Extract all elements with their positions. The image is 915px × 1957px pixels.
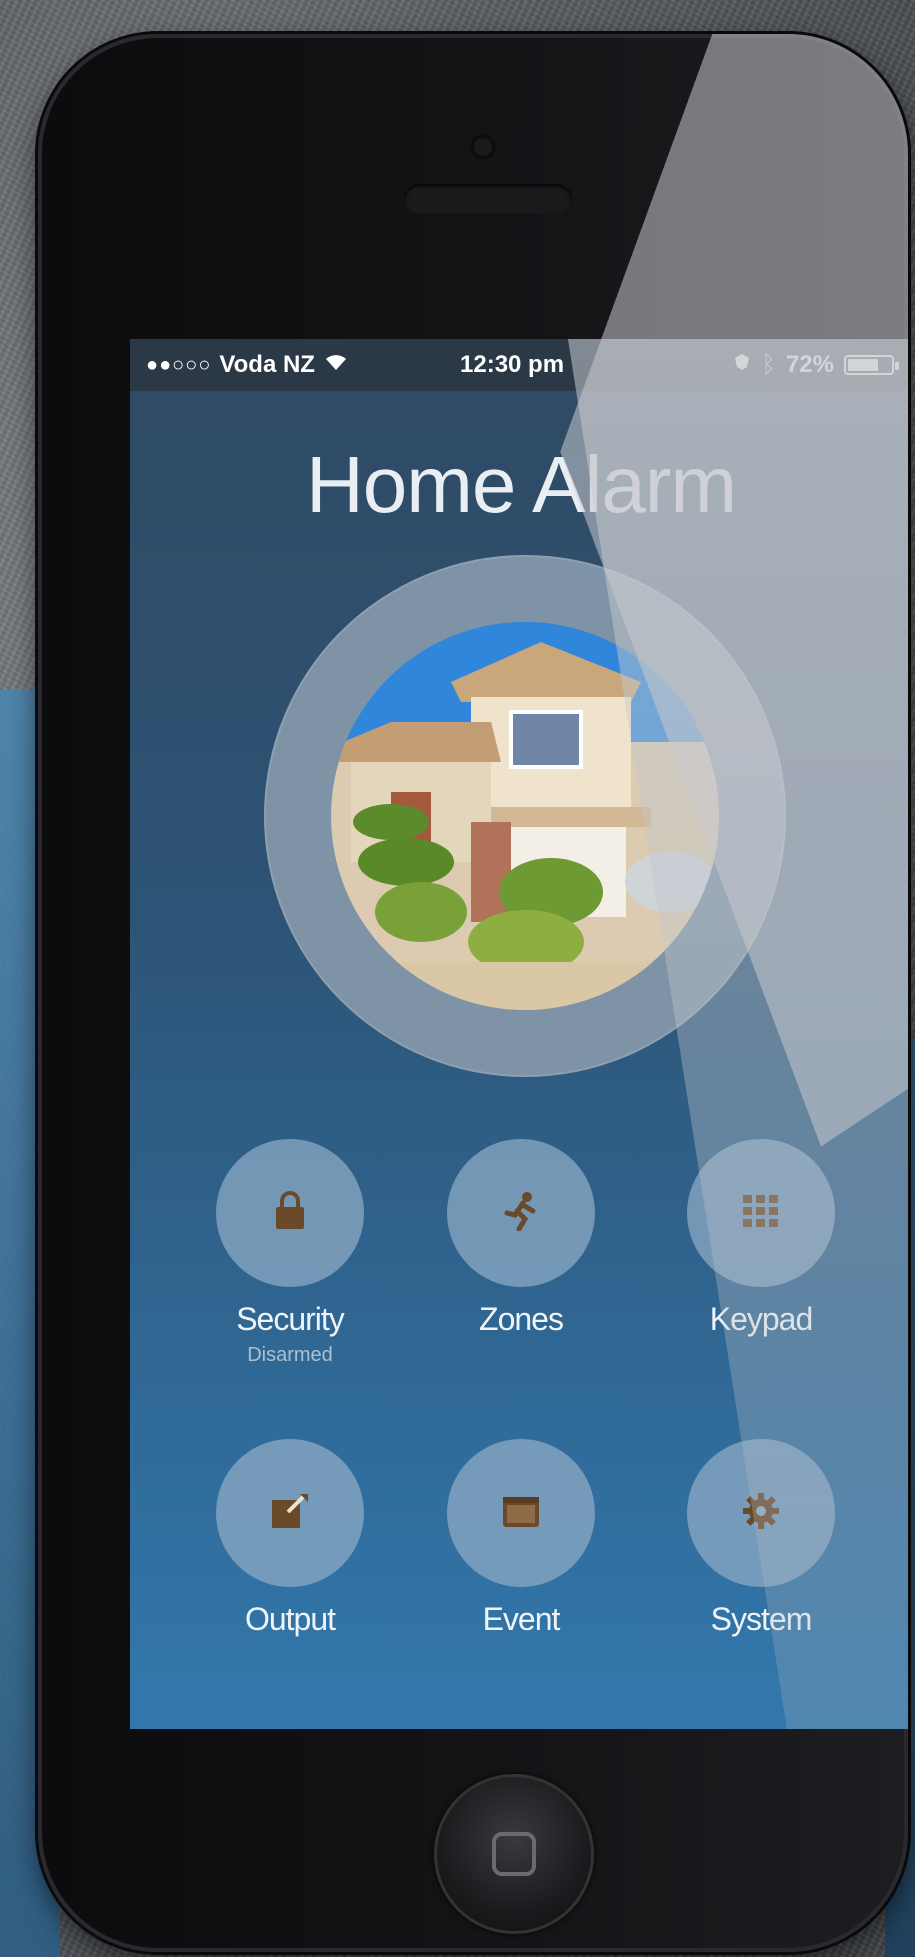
system-label: System [710,1601,813,1637]
menu-tile-security[interactable]: Security Disarmed [190,1139,390,1367]
output-button[interactable] [216,1439,364,1587]
calendar-icon [501,1493,541,1534]
home-button[interactable] [434,1774,594,1934]
carrier-name: Voda NZ [219,351,315,378]
menu-tile-event[interactable]: Event [421,1439,621,1638]
edit-output-icon [270,1492,310,1535]
output-label: Output [244,1601,336,1637]
battery-icon [844,355,899,375]
menu-tile-output[interactable]: Output [190,1439,390,1638]
security-button[interactable] [216,1139,364,1287]
status-bar: ●●○○○ Voda NZ 12:30 pm ᛒ 72% [130,339,908,391]
status-time: 12:30 pm [460,351,565,378]
battery-fill [848,359,878,371]
location-icon [732,351,752,379]
battery-percent: 72% [785,351,834,378]
keypad-button[interactable] [687,1139,835,1287]
menu-tile-system[interactable]: System [661,1439,861,1638]
running-person-icon [503,1191,539,1236]
event-label: Event [482,1601,561,1637]
keypad-label: Keypad [709,1301,814,1337]
keypad-icon [741,1193,781,1234]
house-photo [331,622,719,1010]
zones-button[interactable] [447,1139,595,1287]
menu-tile-zones[interactable]: Zones [421,1139,621,1338]
bluetooth-icon: ᛒ [761,351,776,378]
front-camera [470,134,496,160]
app-screen: ●●○○○ Voda NZ 12:30 pm ᛒ 72% Home Alarm [130,339,908,1729]
menu-tile-keypad[interactable]: Keypad [661,1139,861,1338]
system-button[interactable] [687,1439,835,1587]
page-title: Home Alarm [305,440,737,529]
phone-device: ●●○○○ Voda NZ 12:30 pm ᛒ 72% Home Alarm [38,34,908,1952]
security-status: Disarmed [247,1344,333,1366]
security-label: Security [236,1301,345,1337]
home-square-icon [492,1832,536,1876]
event-button[interactable] [447,1439,595,1587]
signal-strength-icon: ●●○○○ [146,353,212,376]
zones-label: Zones [479,1301,564,1337]
earpiece-speaker [404,184,572,214]
lock-icon [272,1190,308,1236]
wifi-icon [323,351,349,379]
gear-icon [741,1491,781,1536]
